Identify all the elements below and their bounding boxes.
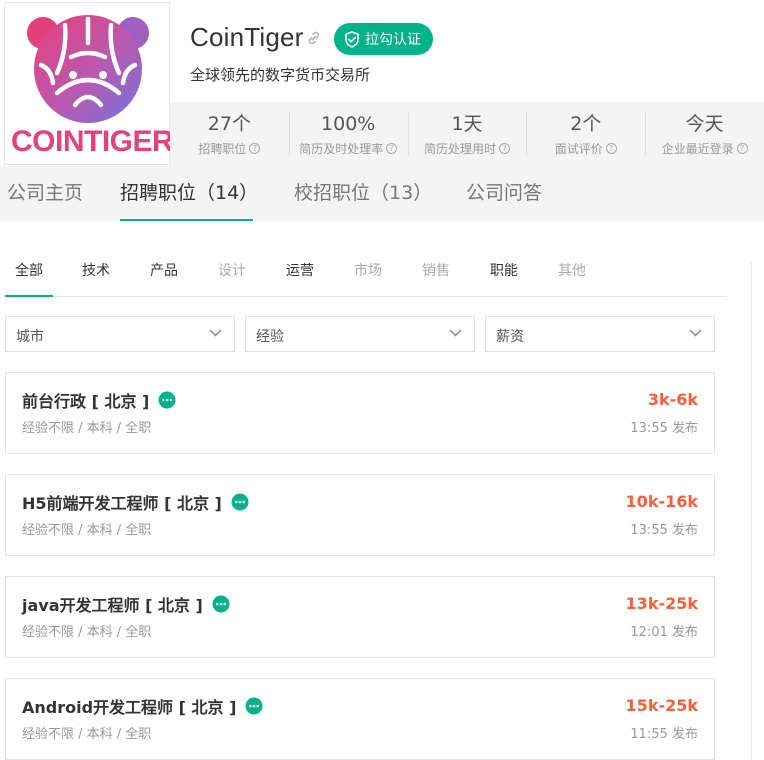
salary-filter-select[interactable]: 薪资 xyxy=(485,316,715,352)
job-card[interactable]: H5前端开发工程师 [ 北京 ] 经验不限 / 本科 / 全职 10k-16k … xyxy=(5,474,715,556)
stat-label: 面试评价 xyxy=(554,142,603,156)
stat-open-positions: 27个 招聘职位? xyxy=(170,102,289,166)
job-requirements: 经验不限 / 本科 / 全职 xyxy=(22,625,152,640)
job-card[interactable]: 前台行政 [ 北京 ] 经验不限 / 本科 / 全职 3k-6k 13:55 发… xyxy=(5,372,715,454)
job-salary: 13k-25k xyxy=(625,594,698,613)
chat-icon[interactable] xyxy=(158,391,176,409)
help-icon[interactable]: ? xyxy=(736,143,748,154)
chat-icon[interactable] xyxy=(245,697,263,715)
filter-label: 薪资 xyxy=(496,329,524,345)
category-sales: 销售 xyxy=(422,263,450,279)
filter-label: 经验 xyxy=(256,329,284,345)
stat-last-login: 今天 企业最近登录? xyxy=(645,102,764,166)
job-title[interactable]: Android开发工程师 [ 北京 ] xyxy=(22,694,236,718)
job-requirements: 经验不限 / 本科 / 全职 xyxy=(22,523,152,538)
company-name[interactable]: CoinTiger xyxy=(190,22,304,53)
chevron-down-icon xyxy=(689,329,702,337)
stat-label: 简历及时处理率 xyxy=(299,142,384,156)
job-salary: 15k-25k xyxy=(625,696,698,715)
verified-badge-label: 拉勾认证 xyxy=(365,32,421,48)
company-logo[interactable]: COINTIGER xyxy=(4,2,174,165)
job-category-tabs: 全部 技术 产品 设计 运营 市场 销售 职能 其他 xyxy=(5,248,727,297)
help-icon[interactable]: ? xyxy=(499,143,510,154)
experience-filter-select[interactable]: 经验 xyxy=(245,316,475,352)
company-header: COINTIGER CoinTiger 拉勾认证 全球领先的数字货币交易所 27… xyxy=(0,0,764,166)
tab-campus-jobs[interactable]: 校招职位（13） xyxy=(294,166,432,221)
job-posted-time: 12:01 发布 xyxy=(630,625,698,640)
tab-company-home[interactable]: 公司主页 xyxy=(7,166,83,221)
stat-value: 1天 xyxy=(451,113,483,135)
job-card[interactable]: Android开发工程师 [ 北京 ] 经验不限 / 本科 / 全职 15k-2… xyxy=(5,678,715,760)
stat-value: 27个 xyxy=(207,113,251,135)
chevron-down-icon xyxy=(209,329,222,337)
chat-icon[interactable] xyxy=(212,595,230,613)
stat-value: 今天 xyxy=(685,113,724,135)
category-tech[interactable]: 技术 xyxy=(82,248,110,295)
category-other: 其他 xyxy=(558,263,586,279)
verified-badge[interactable]: 拉勾认证 xyxy=(334,23,433,55)
chevron-down-icon xyxy=(449,329,462,337)
logo-text-coin: COIN xyxy=(11,125,85,158)
job-posted-time: 13:55 发布 xyxy=(630,523,698,538)
stat-response-rate: 100% 简历及时处理率? xyxy=(288,102,408,166)
link-icon[interactable] xyxy=(306,30,322,46)
job-posted-time: 11:55 发布 xyxy=(630,727,698,742)
category-design: 设计 xyxy=(218,263,246,279)
filter-label: 城市 xyxy=(16,329,44,345)
stat-processing-time: 1天 简历处理用时? xyxy=(407,102,527,166)
job-requirements: 经验不限 / 本科 / 全职 xyxy=(22,727,152,742)
help-icon[interactable]: ? xyxy=(605,143,617,154)
company-stats: 27个 招聘职位? 100% 简历及时处理率? 1天 简历处理用时? 2个 面试… xyxy=(170,102,764,166)
category-operations[interactable]: 运营 xyxy=(286,248,314,295)
job-title[interactable]: java开发工程师 [ 北京 ] xyxy=(22,592,203,616)
job-card[interactable]: java开发工程师 [ 北京 ] 经验不限 / 本科 / 全职 13k-25k … xyxy=(5,576,715,658)
tab-job-openings[interactable]: 招聘职位（14） xyxy=(120,166,258,221)
job-requirements: 经验不限 / 本科 / 全职 xyxy=(22,421,152,436)
logo-text-tiger: TIGER xyxy=(84,125,174,158)
company-tagline: 全球领先的数字货币交易所 xyxy=(190,66,371,84)
stat-label: 企业最近登录 xyxy=(661,142,734,156)
stat-label: 招聘职位 xyxy=(198,142,247,156)
stat-value: 2个 xyxy=(570,113,602,135)
job-title[interactable]: 前台行政 [ 北京 ] xyxy=(22,388,149,412)
stat-value: 100% xyxy=(321,113,376,135)
city-filter-select[interactable]: 城市 xyxy=(5,316,235,352)
category-product[interactable]: 产品 xyxy=(150,248,178,295)
job-salary: 10k-16k xyxy=(625,492,698,511)
job-title[interactable]: H5前端开发工程师 [ 北京 ] xyxy=(22,490,222,514)
category-functions[interactable]: 职能 xyxy=(490,248,518,295)
company-info: CoinTiger 拉勾认证 全球领先的数字货币交易所 27个 招聘职位? 10… xyxy=(170,0,764,166)
job-salary: 3k-6k xyxy=(647,390,698,409)
chat-icon[interactable] xyxy=(231,493,249,511)
stat-interview-reviews: 2个 面试评价? xyxy=(526,102,645,166)
help-icon[interactable]: ? xyxy=(249,143,261,154)
category-all[interactable]: 全部 xyxy=(5,248,53,297)
job-posted-time: 13:55 发布 xyxy=(630,421,698,436)
stat-label: 简历处理用时 xyxy=(423,142,496,156)
tab-company-qa[interactable]: 公司问答 xyxy=(466,166,542,221)
category-marketing: 市场 xyxy=(354,263,382,279)
help-icon[interactable]: ? xyxy=(386,143,398,154)
company-nav: 公司主页 招聘职位（14） 校招职位（13） 公司问答 xyxy=(0,166,764,221)
divider xyxy=(751,262,752,760)
shield-check-icon xyxy=(345,30,359,48)
